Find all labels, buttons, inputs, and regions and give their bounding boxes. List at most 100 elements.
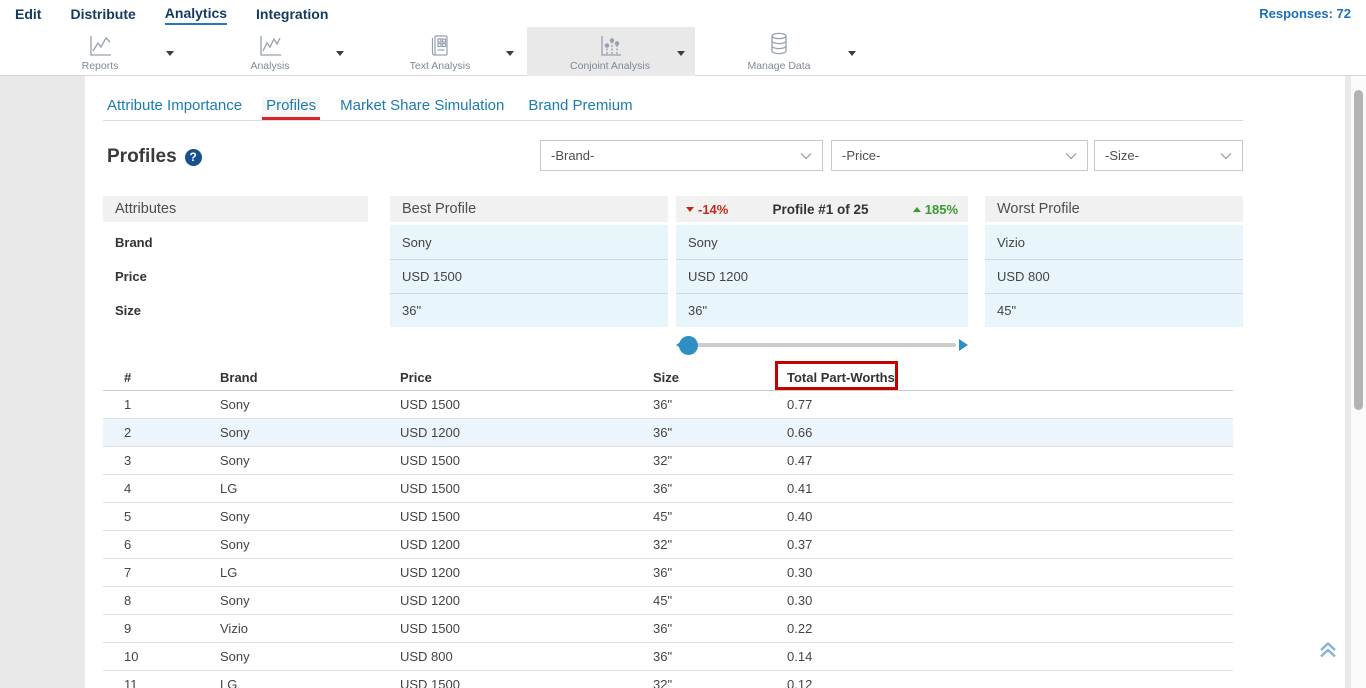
tab-profiles[interactable]: Profiles [262, 97, 320, 120]
price-cell: USD 1500 [400, 481, 653, 496]
row-number-cell: 10 [124, 649, 220, 664]
row-number-cell: 8 [124, 593, 220, 608]
part-worths-cell: 0.77 [787, 397, 1233, 412]
price-filter-select[interactable]: -Price- [831, 140, 1088, 171]
tab-attribute-importance[interactable]: Attribute Importance [103, 97, 246, 120]
row-number-cell: 7 [124, 565, 220, 580]
header-size[interactable]: Size [653, 370, 787, 385]
part-worths-cell: 0.22 [787, 621, 1233, 636]
best-price-value: USD 1500 [390, 259, 668, 293]
slider-track[interactable] [686, 343, 956, 347]
scrollbar-thumb[interactable] [1354, 90, 1363, 410]
scroll-to-top-button[interactable] [1314, 636, 1342, 664]
part-worths-cell: 0.66 [787, 425, 1233, 440]
brand-filter-select[interactable]: -Brand- [540, 140, 823, 171]
attributes-header: Attributes [103, 196, 368, 222]
table-row[interactable]: 10SonyUSD 80036"0.14 [103, 643, 1233, 671]
table-row[interactable]: 3SonyUSD 150032"0.47 [103, 447, 1233, 475]
best-profile-header: Best Profile [390, 196, 668, 222]
current-price-value: USD 1200 [676, 259, 968, 293]
table-row[interactable]: 1SonyUSD 150036"0.77 [103, 391, 1233, 419]
worst-price-value: USD 800 [985, 259, 1243, 293]
conjoint-analysis-dropdown-arrow[interactable] [674, 46, 688, 60]
price-cell: USD 1500 [400, 621, 653, 636]
table-row[interactable]: 11LGUSD 150032"0.12 [103, 671, 1233, 688]
text-analysis-dropdown-arrow[interactable] [503, 46, 517, 60]
nav-item-integration[interactable]: Integration [256, 4, 328, 24]
reports-dropdown-arrow[interactable] [163, 46, 177, 60]
row-number-cell: 3 [124, 453, 220, 468]
brand-cell: Sony [220, 453, 400, 468]
tab-market-share-simulation[interactable]: Market Share Simulation [336, 97, 508, 120]
best-brand-value: Sony [390, 225, 668, 259]
double-chevron-up-icon [1317, 639, 1339, 661]
table-row[interactable]: 8SonyUSD 120045"0.30 [103, 587, 1233, 615]
analysis-dropdown-arrow[interactable] [333, 46, 347, 60]
worst-size-value: 45" [985, 293, 1243, 327]
scatter-chart-icon [597, 32, 623, 58]
part-worths-cell: 0.14 [787, 649, 1233, 664]
brand-cell: Sony [220, 593, 400, 608]
row-number-cell: 4 [124, 481, 220, 496]
table-row[interactable]: 7LGUSD 120036"0.30 [103, 559, 1233, 587]
header-price[interactable]: Price [400, 370, 653, 385]
tab-brand-premium[interactable]: Brand Premium [524, 97, 636, 120]
nav-item-distribute[interactable]: Distribute [70, 4, 135, 24]
text-analysis-button[interactable]: Text Analysis [395, 27, 485, 76]
row-number-cell: 6 [124, 537, 220, 552]
current-profile-column: -14% Profile #1 of 25 185% Sony USD 1200… [676, 196, 968, 327]
price-cell: USD 1200 [400, 537, 653, 552]
attributes-column: Attributes Brand Price Size [103, 196, 368, 327]
brand-cell: LG [220, 677, 400, 688]
line-chart-icon [257, 32, 283, 58]
row-number-cell: 5 [124, 509, 220, 524]
part-worths-cell: 0.40 [787, 509, 1233, 524]
table-row[interactable]: 5SonyUSD 150045"0.40 [103, 503, 1233, 531]
delta-positive-badge: 185% [913, 202, 958, 217]
part-worths-cell: 0.47 [787, 453, 1233, 468]
conjoint-analysis-button[interactable]: Conjoint Analysis [555, 27, 665, 76]
triangle-up-icon [913, 207, 921, 212]
brand-cell: Sony [220, 397, 400, 412]
nav-item-edit[interactable]: Edit [15, 4, 41, 24]
manage-data-button[interactable]: Manage Data [734, 27, 824, 76]
size-cell: 45" [653, 509, 787, 524]
slider-right-arrow-icon[interactable] [959, 339, 968, 351]
price-cell: USD 1200 [400, 565, 653, 580]
attribute-label-price: Price [103, 259, 368, 293]
reports-button[interactable]: Reports [60, 27, 140, 76]
table-body: 1SonyUSD 150036"0.772SonyUSD 120036"0.66… [103, 391, 1233, 688]
best-size-value: 36" [390, 293, 668, 327]
part-worths-cell: 0.37 [787, 537, 1233, 552]
nav-item-analytics[interactable]: Analytics [165, 3, 227, 25]
size-cell: 32" [653, 537, 787, 552]
row-number-cell: 1 [124, 397, 220, 412]
price-cell: USD 1500 [400, 509, 653, 524]
brand-cell: Sony [220, 509, 400, 524]
size-filter-select[interactable]: -Size- [1094, 140, 1243, 171]
size-cell: 32" [653, 453, 787, 468]
analysis-button[interactable]: Analysis [230, 27, 310, 76]
table-header-row: # Brand Price Size Total Part-Worths [103, 364, 1233, 391]
table-row[interactable]: 2SonyUSD 120036"0.66 [103, 419, 1233, 447]
table-row[interactable]: 4LGUSD 150036"0.41 [103, 475, 1233, 503]
size-cell: 32" [653, 677, 787, 688]
header-number[interactable]: # [124, 370, 220, 385]
help-icon[interactable]: ? [185, 149, 202, 166]
profile-slider[interactable] [676, 336, 968, 354]
current-size-value: 36" [676, 293, 968, 327]
table-row[interactable]: 6SonyUSD 120032"0.37 [103, 531, 1233, 559]
vertical-scrollbar[interactable] [1351, 76, 1366, 688]
triangle-down-icon [686, 207, 694, 212]
size-cell: 36" [653, 621, 787, 636]
row-number-cell: 9 [124, 621, 220, 636]
header-brand[interactable]: Brand [220, 370, 400, 385]
manage-data-dropdown-arrow[interactable] [845, 46, 859, 60]
slider-handle[interactable] [679, 336, 698, 355]
row-number-cell: 11 [124, 677, 220, 688]
size-cell: 45" [653, 593, 787, 608]
brand-cell: Sony [220, 537, 400, 552]
chevron-down-icon [1065, 148, 1077, 163]
table-row[interactable]: 9VizioUSD 150036"0.22 [103, 615, 1233, 643]
header-total-part-worths[interactable]: Total Part-Worths [787, 370, 1233, 385]
